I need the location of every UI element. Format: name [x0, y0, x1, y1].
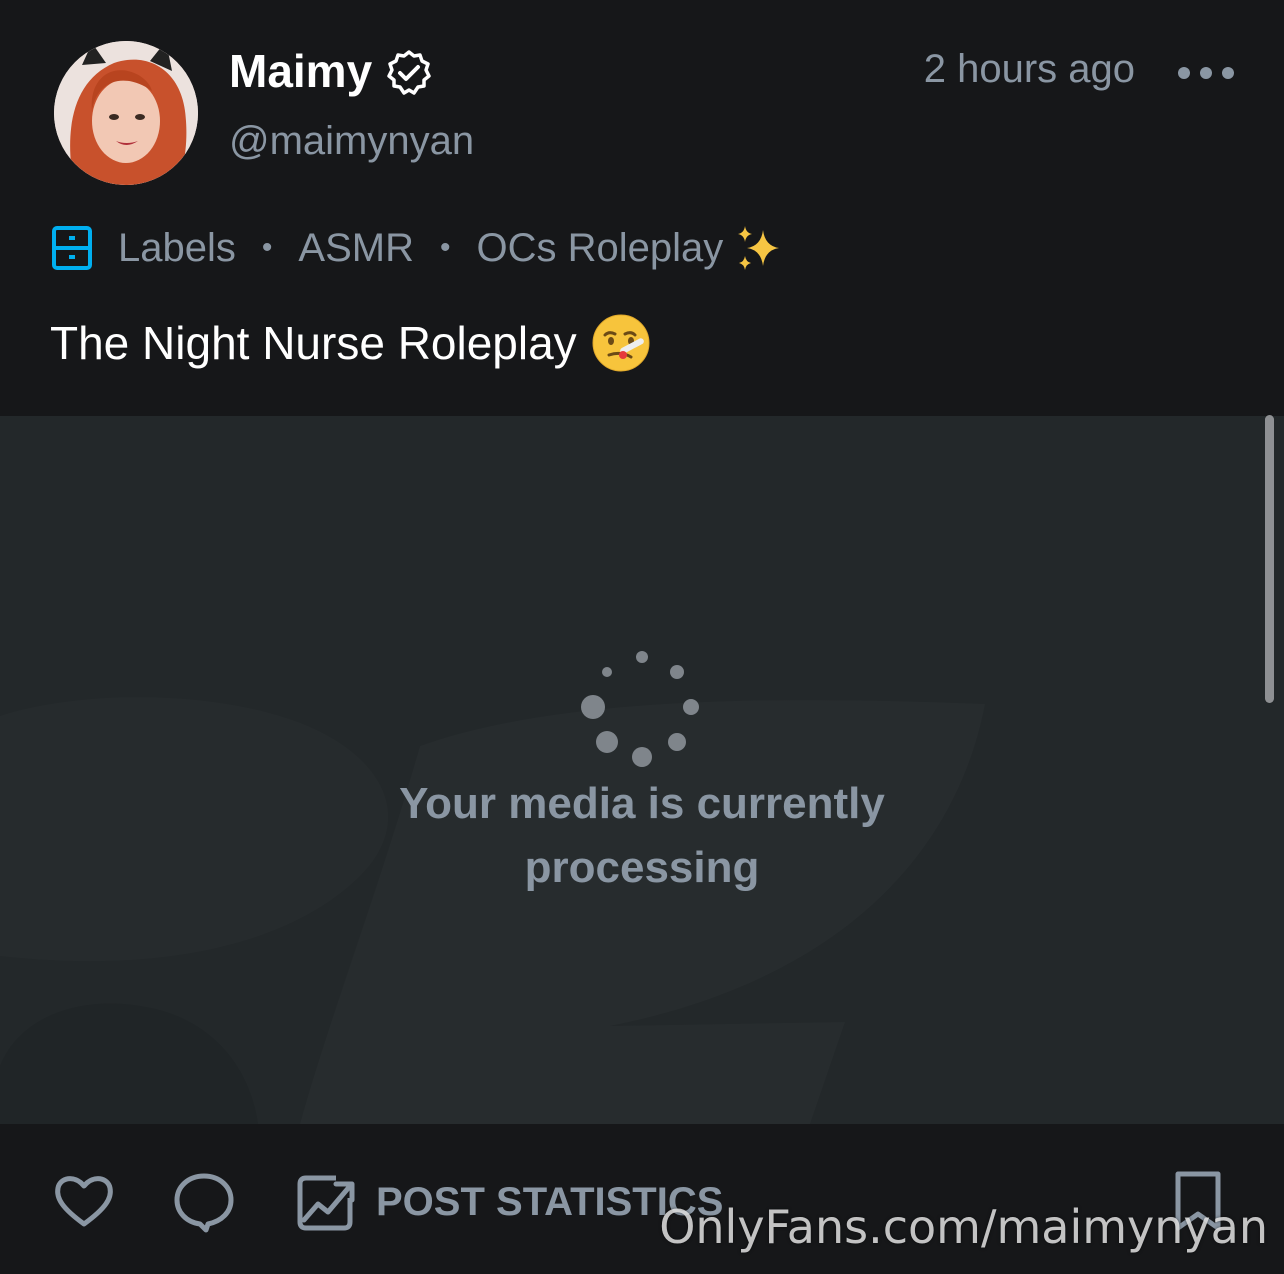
label-asmr[interactable]: ASMR	[298, 220, 414, 276]
avatar[interactable]	[54, 41, 198, 185]
label-separator: •	[261, 231, 273, 264]
post-timestamp[interactable]: 2 hours ago	[913, 44, 1135, 94]
more-options-icon-dot	[1222, 67, 1234, 79]
post-title-text: The Night Nurse Roleplay	[50, 317, 577, 369]
label-separator: •	[439, 231, 451, 264]
media-processing-message: Your media is currently processing	[399, 779, 885, 892]
verified-badge-icon	[387, 50, 431, 95]
chart-image-icon	[297, 1175, 355, 1231]
post-card: Maimy @maimynyan 2 hours ago Labels • AS…	[0, 0, 1284, 1274]
comment-bubble-icon	[174, 1173, 234, 1233]
labels-heading[interactable]: Labels	[118, 220, 236, 276]
post-title: The Night Nurse Roleplay	[50, 310, 651, 376]
scrollbar[interactable]	[1265, 415, 1274, 703]
sparkles-emoji-icon	[738, 226, 780, 270]
author-name[interactable]: Maimy	[229, 44, 372, 98]
loading-spinner-icon	[581, 651, 699, 767]
labels-row: Labels • ASMR • OCs Roleplay	[50, 218, 785, 278]
more-options-icon-dot	[1178, 67, 1190, 79]
watermark: OnlyFans.com/maimynyan	[659, 1200, 1268, 1254]
more-options-icon-dot	[1200, 67, 1212, 79]
comment-button[interactable]	[172, 1170, 236, 1234]
more-options-button[interactable]	[1178, 56, 1234, 90]
thermometer-face-emoji-icon	[592, 314, 650, 372]
like-button[interactable]	[52, 1170, 116, 1234]
labels-drawer-icon	[52, 226, 92, 270]
author-handle[interactable]: @maimynyan	[229, 116, 474, 166]
label-ocs-roleplay[interactable]: OCs Roleplay	[476, 220, 723, 276]
heart-icon	[55, 1176, 113, 1227]
